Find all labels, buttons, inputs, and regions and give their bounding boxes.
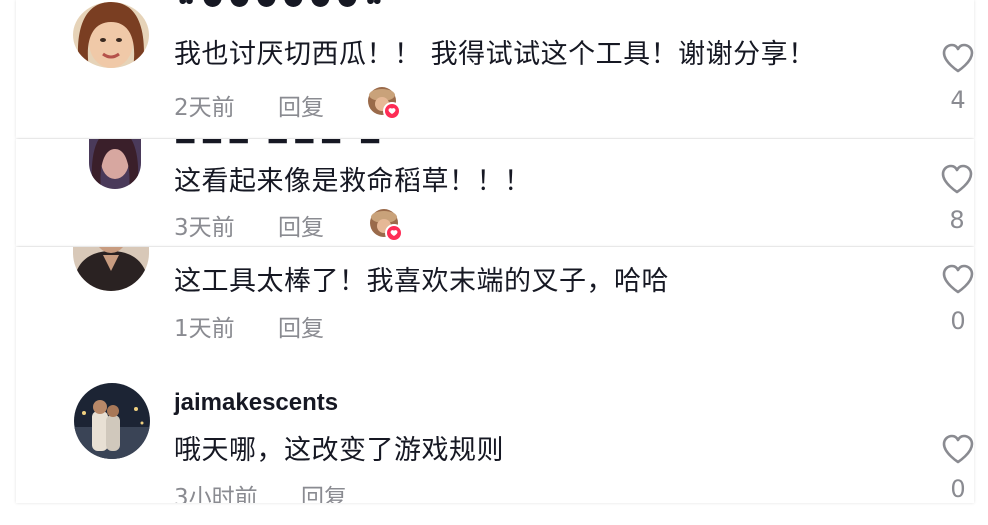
heart-outline-icon[interactable] [941,263,974,295]
comment-time: 2天前 [174,95,235,121]
comment-item: ✿●●●●●●✿ 我也讨厌切西瓜！！ 我得试试这个工具！谢谢分享！ 2天前 回复… [16,0,974,138]
like-count: 0 [950,307,966,335]
reply-button[interactable]: 回复 [278,88,324,122]
commenter-avatar[interactable] [73,2,149,68]
comment-text: 哦天哪，这改变了游戏规则 [174,435,504,466]
reply-button[interactable]: 回复 [278,309,324,343]
comment-meta: 1天前 回复 [174,309,324,343]
heart-outline-icon[interactable] [941,42,974,74]
comment-text: 我也讨厌切西瓜！！ 我得试试这个工具！谢谢分享！ [174,39,816,70]
comment-text: 这看起来像是救命稻草！！！ [174,166,532,197]
comment-item: ▬▬▬ ▬▬▬ ▬ 这看起来像是救命稻草！！！ 3天前 回复 8 [16,139,974,246]
comment-text: 这工具太棒了！我喜欢末端的叉子，哈哈 [174,266,669,297]
creator-liked-badge [369,208,403,242]
like-count: 8 [949,206,965,234]
commenter-username[interactable]: jaimakescents [174,389,338,417]
like-count: 0 [950,475,966,503]
creator-liked-badge [367,86,401,120]
commenter-name-cropped: ▬▬▬ ▬▬▬ ▬ [174,139,385,151]
comment-meta: 2天前 回复 [174,88,324,122]
like-count: 4 [950,86,966,114]
reply-button[interactable]: 回复 [301,478,347,503]
comment-time: 1天前 [174,316,235,342]
comment-list-bottom: 这工具太棒了！我喜欢末端的叉子，哈哈 1天前 回复 0 jaimakescent… [16,247,974,503]
reply-button[interactable]: 回复 [278,208,324,242]
comment-meta: 3天前 回复 [174,208,324,242]
commenter-name-cropped: ✿●●●●●●✿ [176,0,390,10]
comment-time: 3小时前 [174,485,258,503]
heart-outline-icon[interactable] [941,433,974,465]
commenter-avatar[interactable] [74,383,150,459]
comment-time: 3天前 [174,215,235,241]
commenter-avatar[interactable] [73,247,149,291]
comment-meta: 3小时前 回复 [174,478,347,503]
commenter-avatar[interactable] [89,139,141,189]
heart-outline-icon[interactable] [940,163,974,195]
